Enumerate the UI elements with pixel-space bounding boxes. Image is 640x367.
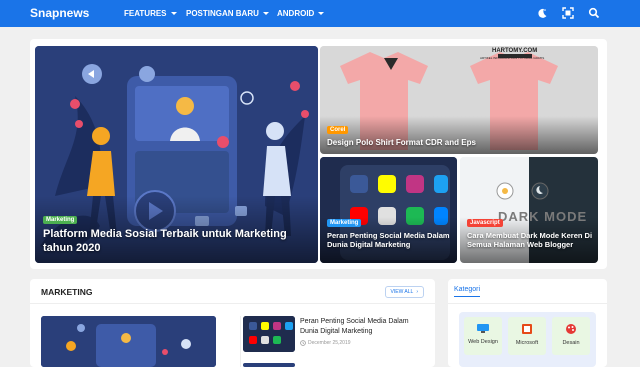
search-icon[interactable] [587,6,601,20]
category-label: Desain [562,340,580,346]
chevron-right-icon: › [416,289,418,295]
palette-icon [566,324,576,334]
featured-card-polo[interactable]: HARTOMY.COM ARTIKEL INFORMASI DAN TUTORI… [320,46,598,154]
featured-polo-title[interactable]: Design Polo Shirt Format CDR and Eps [327,138,587,148]
social-media-thumbnail [41,316,216,367]
marketing-section: MARKETING VIEW ALL › Peran Penting Social… [30,279,435,367]
monitor-icon [477,324,489,333]
category-badge[interactable]: Javascript [467,219,503,227]
view-all-label: VIEW ALL [390,289,414,295]
chevron-down-icon [318,12,325,15]
category-badge[interactable]: Marketing [327,219,362,227]
section-title: MARKETING [41,287,93,297]
post-title[interactable]: Peran Penting Social Media Dalam Dunia D… [300,317,425,337]
moon-icon[interactable] [535,6,549,20]
nav-features-label: FEATURES [124,9,167,18]
post-date: December 25,2019 [308,340,351,346]
nav-features[interactable]: FEATURES [124,9,177,18]
category-microsoft[interactable]: Microsoft [508,317,546,355]
top-navbar: Snapnews FEATURES POSTINGAN BARU ANDROID [0,0,640,27]
sidebar-title: Kategori [454,286,481,297]
section-divider [30,303,435,304]
sidebar-divider [448,303,607,304]
nav-android-label: ANDROID [277,9,315,18]
nav-postingan-baru[interactable]: POSTINGAN BARU [186,9,269,18]
site-logo[interactable]: Snapnews [30,6,89,20]
featured-grid: Marketing Platform Media Sosial Terbaik … [30,39,607,269]
category-label: Microsoft [515,340,539,346]
category-badge[interactable]: Corel [327,126,349,134]
office-icon [522,324,532,334]
nav-android[interactable]: ANDROID [277,9,325,18]
post-date-row: December 25,2019 [300,340,351,346]
featured-card-darkmode[interactable]: DARK MODE Javascript Cara Membuat Dark M… [460,157,598,263]
column-divider [240,316,241,367]
social-apps-thumbnail [243,316,295,352]
shirt-sub-text: ARTIKEL INFORMASI DAN TUTORIAL GRATIS [480,56,545,60]
view-all-button[interactable]: VIEW ALL › [384,286,424,298]
clock-icon [300,340,306,346]
chevron-down-icon [170,12,177,15]
section-main-thumbnail[interactable] [41,316,216,367]
chevron-down-icon [262,12,269,15]
sidebar-categories: Kategori Web Design Microsoft Desain [448,279,607,367]
next-post-thumbnail[interactable] [243,363,295,367]
post-thumbnail[interactable] [243,316,295,352]
featured-darkmode-title[interactable]: Cara Membuat Dark Mode Keren Di Semua Ha… [467,231,597,250]
dark-mode-art-text: DARK MODE [498,209,588,224]
fullscreen-icon[interactable] [561,6,575,20]
category-label: Web Design [468,339,498,345]
featured-card-social[interactable]: Marketing Peran Penting Social Media Dal… [320,157,457,263]
featured-main-title[interactable]: Platform Media Sosial Terbaik untuk Mark… [43,228,303,256]
featured-social-title[interactable]: Peran Penting Social Media Dalam Dunia D… [327,231,455,250]
category-desain[interactable]: Desain [552,317,590,355]
featured-main-card[interactable]: Marketing Platform Media Sosial Terbaik … [35,46,318,263]
category-grid: Web Design Microsoft Desain [459,312,596,367]
nav-postingan-label: POSTINGAN BARU [186,9,259,18]
category-web-design[interactable]: Web Design [464,317,502,355]
shirt-brand-text: HARTOMY.COM [492,48,538,54]
category-badge[interactable]: Marketing [43,216,78,224]
